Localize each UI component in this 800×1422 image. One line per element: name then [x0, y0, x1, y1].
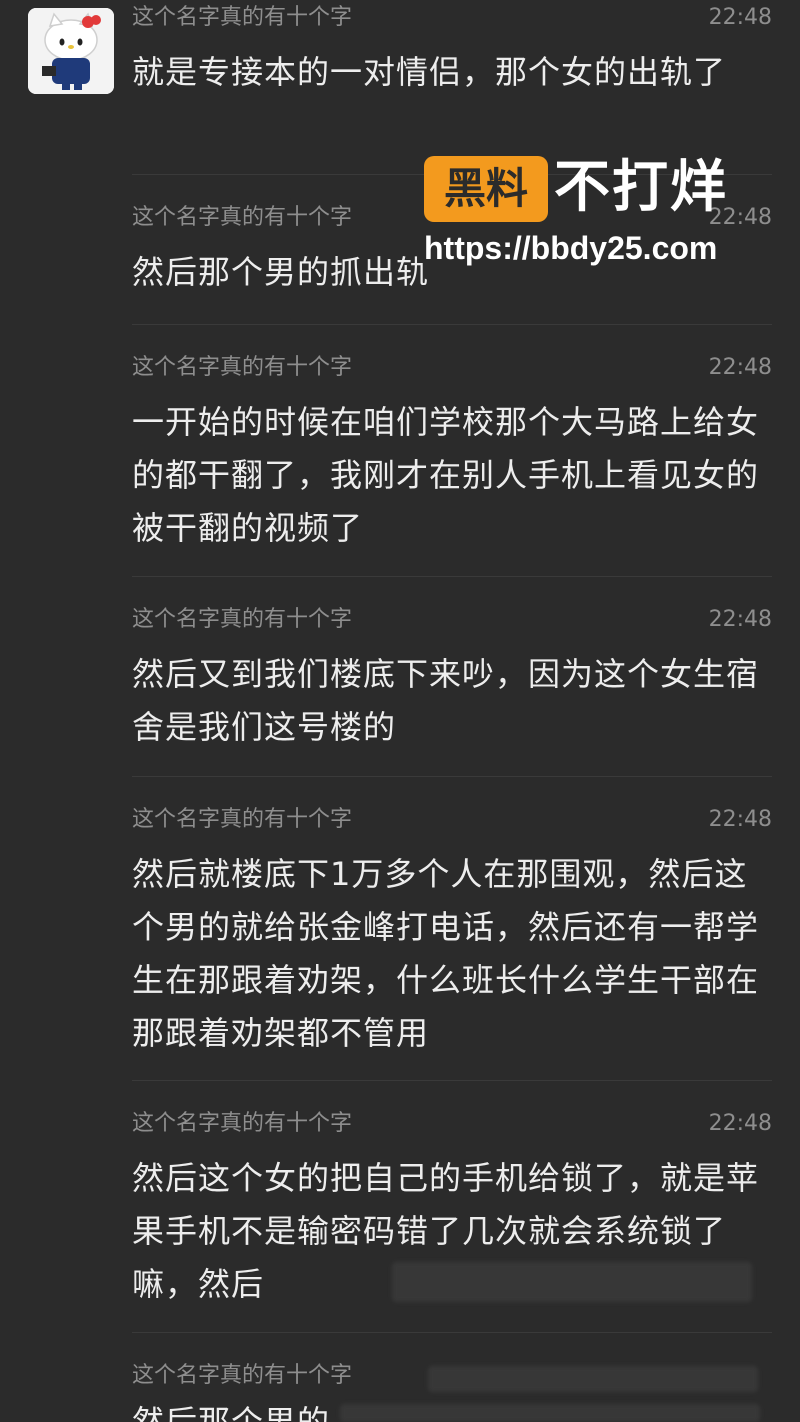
- message-text: 然后又到我们楼底下来吵，因为这个女生宿舍是我们这号楼的: [132, 655, 760, 746]
- timestamp: 22:48: [708, 5, 772, 30]
- sender-name: 这个名字真的有十个字: [132, 607, 353, 632]
- sender-name: 这个名字真的有十个字: [132, 1363, 353, 1388]
- sender-name: 这个名字真的有十个字: [132, 5, 353, 30]
- sender-name: 这个名字真的有十个字: [132, 807, 353, 832]
- watermark-url: https://bbdy25.com: [424, 230, 718, 266]
- timestamp: 22:48: [708, 1111, 772, 1136]
- sender-name: 这个名字真的有十个字: [132, 205, 353, 230]
- blurred-text: [340, 1404, 760, 1422]
- watermark-title: 不打烊: [554, 155, 728, 220]
- sender-name: 这个名字真的有十个字: [132, 1111, 353, 1136]
- blurred-text: [428, 1366, 758, 1392]
- watermark: 黑料 不打烊 https://bbdy25.com: [424, 152, 784, 272]
- message-item[interactable]: 这个名字真的有十个字 22:48 就是专接本的一对情侣，那个女的出轨了: [0, 0, 800, 170]
- divider: [132, 1080, 772, 1081]
- timestamp: 22:48: [708, 607, 772, 632]
- timestamp: 22:48: [708, 355, 772, 380]
- divider: [132, 776, 772, 777]
- timestamp: 22:48: [708, 807, 772, 832]
- message-text: 就是专接本的一对情侣，那个女的出轨了: [132, 53, 727, 91]
- sender-name: 这个名字真的有十个字: [132, 355, 353, 380]
- divider: [132, 324, 772, 325]
- message-item[interactable]: 这个名字真的有十个字 22:48 然后就楼底下1万多个人在那围观，然后这个男的就…: [0, 802, 800, 1072]
- message-item[interactable]: 这个名字真的有十个字 22:48 然后又到我们楼底下来吵，因为这个女生宿舍是我们…: [0, 602, 800, 772]
- divider: [132, 1332, 772, 1333]
- message-text: 一开始的时候在咱们学校那个大马路上给女的都干翻了，我刚才在别人手机上看见女的被干…: [132, 403, 760, 547]
- watermark-badge: 黑料: [424, 156, 548, 222]
- blurred-text: [392, 1262, 752, 1302]
- message-item[interactable]: 这个名字真的有十个字 22:48 一开始的时候在咱们学校那个大马路上给女的都干翻…: [0, 350, 800, 570]
- divider: [132, 576, 772, 577]
- message-text: 然后就楼底下1万多个人在那围观，然后这个男的就给张金峰打电话，然后还有一帮学生在…: [132, 855, 760, 1052]
